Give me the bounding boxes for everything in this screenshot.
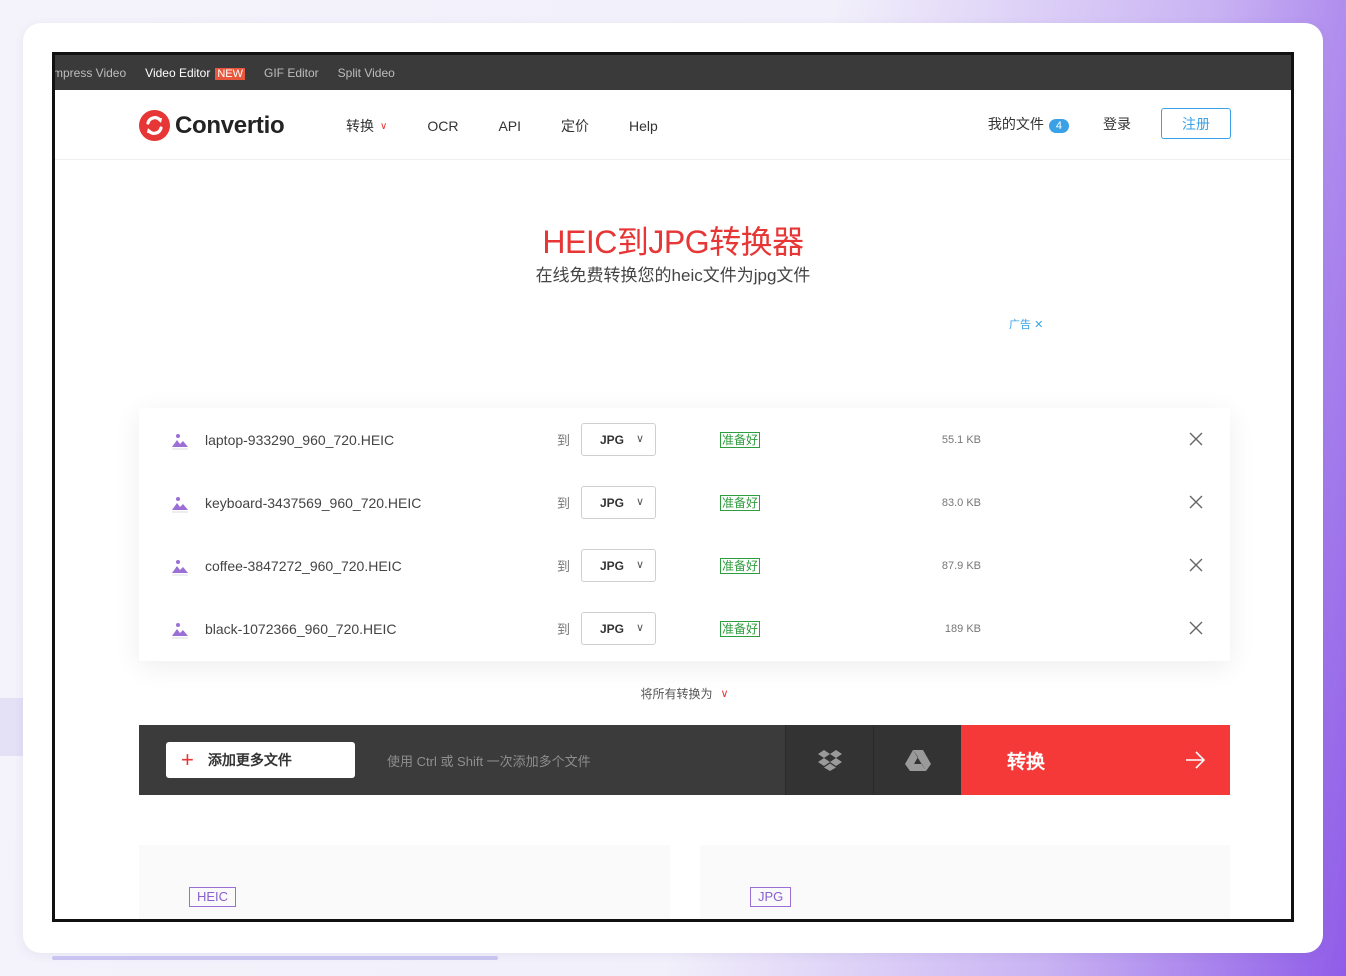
remove-file-icon[interactable] [1187, 619, 1205, 637]
file-size: 189 KB [944, 622, 981, 635]
google-drive-button[interactable] [873, 725, 961, 795]
file-size: 55.1 KB [941, 433, 981, 446]
tab-compress-video[interactable]: mpress Video [55, 66, 126, 80]
chevron-down-icon: ∨ [635, 622, 644, 634]
format-value: JPG [600, 621, 625, 636]
to-label: 到 [557, 496, 571, 511]
google-drive-icon [904, 750, 931, 771]
new-badge: NEW [215, 67, 245, 80]
convert-all-label: 将所有转换为 [640, 687, 713, 701]
format-tag: JPG [750, 887, 792, 907]
file-name: laptop-933290_960_720.HEIC [205, 431, 395, 448]
my-files-label: 我的文件 [987, 115, 1044, 132]
file-size: 83.0 KB [941, 496, 981, 509]
file-name: coffee-3847272_960_720.HEIC [205, 557, 402, 574]
file-name: keyboard-3437569_960_720.HEIC [205, 494, 422, 511]
remove-file-icon[interactable] [1187, 493, 1205, 511]
tab-gif-editor[interactable]: GIF Editor [264, 66, 319, 80]
image-file-icon [172, 560, 188, 576]
plus-icon: + [181, 747, 194, 772]
image-file-icon [172, 623, 188, 639]
convert-button[interactable]: 转换 [961, 725, 1230, 795]
tab-video-editor[interactable]: Video Editor NEW [145, 66, 245, 80]
to-label: 到 [557, 559, 571, 574]
format-select[interactable]: JPG ∨ [581, 486, 656, 519]
my-files-link[interactable]: 我的文件 4 [988, 114, 1069, 134]
format-value: JPG [600, 558, 625, 573]
format-select[interactable]: JPG ∨ [581, 549, 656, 582]
dropbox-icon [817, 750, 842, 771]
menu-convert[interactable]: 转换 ∨ [346, 116, 387, 136]
status-badge: 准备好 [720, 620, 761, 637]
scroll-indicator [52, 956, 498, 960]
format-value: JPG [600, 495, 625, 510]
image-file-icon [172, 434, 188, 450]
format-value: JPG [600, 432, 625, 447]
file-name: black-1072366_960_720.HEIC [205, 620, 397, 637]
convert-all-dropdown[interactable]: 将所有转换为 ∨ [139, 662, 1230, 725]
menu-api[interactable]: API [498, 116, 521, 136]
main-nav: Convertio 转换 ∨ OCR API 定价 Help 我的文件 4 登录 注… [55, 90, 1291, 160]
file-count-badge: 4 [1048, 118, 1069, 133]
chevron-down-icon: ∨ [635, 496, 644, 508]
file-row: coffee-3847272_960_720.HEIC 到 JPG ∨ 准备好 8… [139, 534, 1230, 597]
dropbox-button[interactable] [785, 725, 873, 795]
tool-tabs-strip: mpress Video Video Editor NEW GIF Editor … [55, 55, 1291, 90]
convert-label: 转换 [1007, 751, 1046, 773]
convertio-logo-icon [139, 110, 170, 141]
format-select[interactable]: JPG ∨ [581, 423, 656, 456]
browser-frame: mpress Video Video Editor NEW GIF Editor … [52, 52, 1294, 922]
brand-logo[interactable]: Convertio [139, 110, 285, 141]
login-link[interactable]: 登录 [1103, 114, 1131, 134]
multi-select-hint: 使用 Ctrl 或 Shift 一次添加多个文件 [387, 753, 591, 769]
add-files-button[interactable]: + 添加更多文件 [166, 742, 355, 778]
tab-split-video[interactable]: Split Video [338, 66, 395, 80]
to-label: 到 [557, 433, 571, 448]
to-label: 到 [557, 622, 571, 637]
page-title: HEIC到JPG转换器 [542, 224, 804, 260]
menu-pricing[interactable]: 定价 [561, 116, 589, 136]
account-nav: 我的文件 4 登录 注册 [988, 108, 1231, 139]
file-row: keyboard-3437569_960_720.HEIC 到 JPG ∨ 准备好… [139, 471, 1230, 534]
status-badge: 准备好 [720, 431, 761, 448]
chevron-down-icon: ∨ [380, 120, 388, 132]
ad-text: 广告 [1009, 319, 1031, 331]
action-bar: + 添加更多文件 使用 Ctrl 或 Shift 一次添加多个文件 转换 [139, 725, 1230, 795]
chevron-down-icon: ∨ [635, 559, 644, 571]
format-tag: HEIC [189, 887, 237, 907]
close-icon: ✕ [1034, 319, 1044, 331]
ad-label[interactable]: 广告 ✕ [1009, 316, 1043, 332]
status-badge: 准备好 [720, 494, 761, 511]
nav-menu: 转换 ∨ OCR API 定价 Help [346, 116, 698, 136]
remove-file-icon[interactable] [1187, 556, 1205, 574]
format-select[interactable]: JPG ∨ [581, 612, 656, 645]
menu-convert-label: 转换 [346, 118, 374, 134]
add-files-label: 添加更多文件 [207, 752, 292, 768]
image-file-icon [172, 497, 188, 513]
chevron-down-icon: ∨ [635, 433, 644, 445]
file-row: black-1072366_960_720.HEIC 到 JPG ∨ 准备好 18… [139, 597, 1230, 660]
remove-file-icon[interactable] [1187, 430, 1205, 448]
format-card-jpg: JPG [700, 845, 1230, 919]
status-badge: 准备好 [720, 557, 761, 574]
signup-button[interactable]: 注册 [1161, 108, 1231, 139]
file-row: laptop-933290_960_720.HEIC 到 JPG ∨ 准备好 55… [139, 408, 1230, 471]
brand-name: Convertio [175, 111, 285, 139]
arrow-right-icon [1186, 751, 1206, 769]
menu-ocr[interactable]: OCR [427, 116, 458, 136]
format-card-heic: HEIC [139, 845, 670, 919]
menu-help[interactable]: Help [629, 116, 658, 136]
file-list: laptop-933290_960_720.HEIC 到 JPG ∨ 准备好 55… [139, 408, 1230, 661]
chevron-down-icon: ∨ [720, 688, 729, 700]
page-subtitle: 在线免费转换您的heic文件为jpg文件 [535, 266, 811, 285]
file-size: 87.9 KB [941, 559, 981, 572]
tab-video-editor-label: Video Editor [145, 65, 211, 80]
